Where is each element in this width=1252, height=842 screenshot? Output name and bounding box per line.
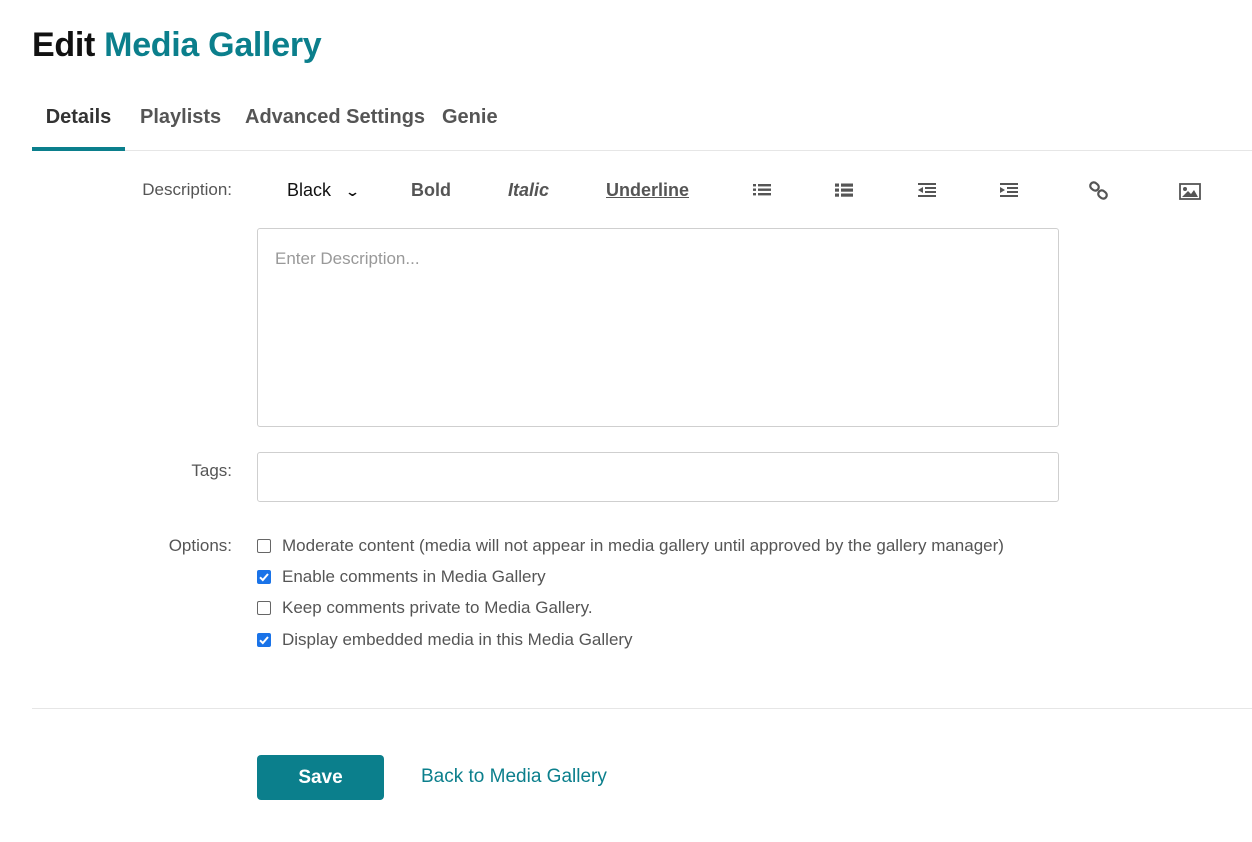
text-color-select[interactable]: Black ⌄: [287, 180, 361, 201]
back-to-media-gallery-link[interactable]: Back to Media Gallery: [421, 766, 607, 788]
tab-advanced-settings[interactable]: Advanced Settings: [245, 106, 425, 151]
option-label: Display embedded media in this Media Gal…: [282, 630, 633, 649]
tab-details[interactable]: Details: [32, 106, 125, 151]
ordered-list-icon[interactable]: [834, 181, 856, 201]
option-enable-comments[interactable]: Enable comments in Media Gallery: [257, 566, 546, 588]
gallery-name: Media Gallery: [104, 26, 322, 64]
bold-button[interactable]: Bold: [411, 180, 451, 201]
enable-comments-checkbox[interactable]: [257, 570, 271, 584]
page-title-prefix: Edit: [32, 26, 96, 64]
tags-label: Tags:: [191, 461, 232, 480]
option-display-embedded[interactable]: Display embedded media in this Media Gal…: [257, 629, 633, 651]
display-embedded-checkbox[interactable]: [257, 633, 271, 647]
checkmark-icon: [259, 573, 269, 582]
indent-icon[interactable]: [999, 181, 1021, 201]
description-label: Description:: [142, 180, 232, 199]
chevron-down-icon: ⌄: [344, 184, 361, 199]
tab-genie[interactable]: Genie: [442, 106, 498, 151]
tab-bar: Details Playlists Advanced Settings Geni…: [32, 96, 1252, 151]
unordered-list-icon[interactable]: [752, 181, 774, 201]
page-title: Edit Media Gallery: [32, 26, 322, 65]
description-textarea[interactable]: [257, 228, 1059, 427]
private-comments-checkbox[interactable]: [257, 601, 271, 615]
option-private-comments[interactable]: Keep comments private to Media Gallery.: [257, 597, 593, 619]
save-button[interactable]: Save: [257, 755, 384, 800]
text-color-value: Black: [287, 180, 332, 200]
checkmark-icon: [259, 636, 269, 645]
italic-button[interactable]: Italic: [508, 180, 549, 201]
option-moderate-content[interactable]: Moderate content (media will not appear …: [257, 535, 1004, 557]
tab-playlists[interactable]: Playlists: [140, 106, 221, 151]
underline-button[interactable]: Underline: [606, 180, 689, 201]
moderate-content-checkbox[interactable]: [257, 539, 271, 553]
tags-input[interactable]: [257, 452, 1059, 502]
outdent-icon[interactable]: [917, 181, 939, 201]
divider: [32, 708, 1252, 709]
option-label: Keep comments private to Media Gallery.: [282, 598, 593, 617]
option-label: Enable comments in Media Gallery: [282, 567, 546, 586]
link-icon[interactable]: [1088, 181, 1110, 201]
option-label: Moderate content (media will not appear …: [282, 536, 1004, 555]
image-icon[interactable]: [1179, 181, 1201, 201]
options-label: Options:: [168, 536, 232, 555]
